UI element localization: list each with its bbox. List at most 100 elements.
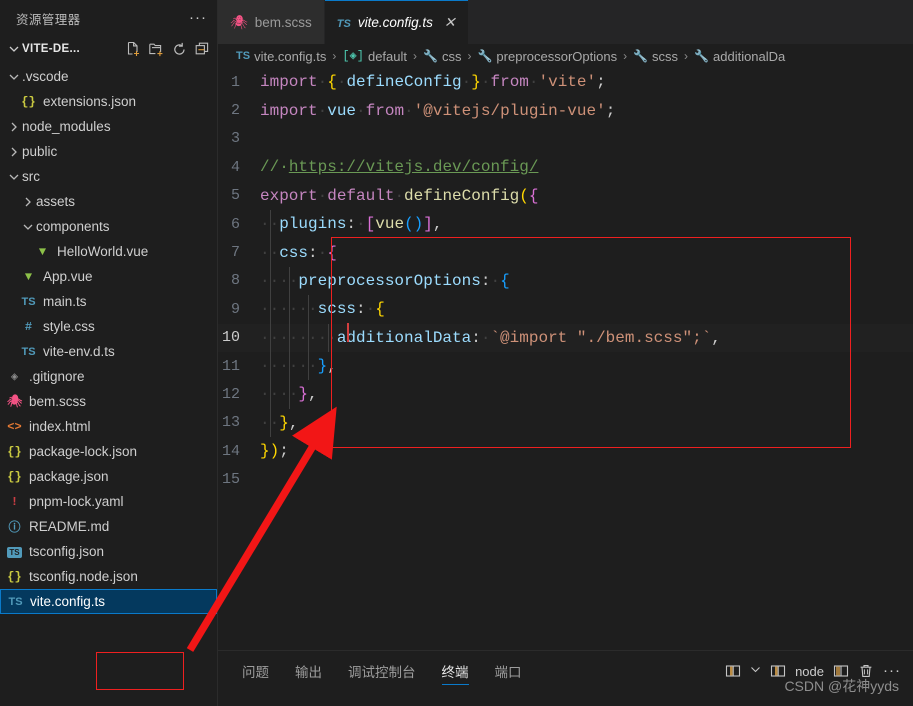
file-tree-item-label: style.css [43, 319, 95, 334]
chevron-down-icon[interactable] [6, 69, 22, 85]
code-text: ········additionalData:·`@import "./bem.… [260, 328, 721, 347]
chevron-right-icon[interactable] [20, 194, 36, 210]
breadcrumb-item-label: preprocessorOptions [496, 48, 618, 64]
file-tree-item-label: extensions.json [43, 94, 137, 109]
code-line[interactable]: 3 [218, 125, 913, 153]
indent-guide [270, 351, 271, 381]
breadcrumb-item[interactable]: TS vite.config.ts [236, 49, 326, 64]
editor-tab[interactable]: 🕷 bem.scss [218, 0, 325, 44]
code-line[interactable]: 11 ······}, [218, 351, 913, 381]
chevron-down-icon[interactable] [20, 219, 36, 235]
file-tree-item[interactable]: ▼ HelloWorld.vue [0, 239, 217, 264]
new-folder-icon[interactable] [148, 41, 165, 58]
property-icon: 🔧 [694, 48, 709, 63]
line-number: 2 [230, 102, 240, 120]
explorer-more-icon[interactable]: ··· [189, 10, 207, 25]
file-tree-item[interactable]: {} package-lock.json [0, 439, 217, 464]
file-tree-item[interactable]: ! pnpm-lock.yaml [0, 489, 217, 514]
file-tree-item[interactable]: src [0, 164, 217, 189]
code-line[interactable]: 4 //·https://vitejs.dev/config/ [218, 153, 913, 181]
file-tree-item[interactable]: # style.css [0, 314, 217, 339]
file-tree-item[interactable]: .vscode [0, 64, 217, 89]
panel-tab[interactable]: 调试控制台 [348, 651, 416, 691]
chevron-right-icon[interactable] [6, 119, 22, 135]
breadcrumb-item[interactable]: 🔧 scss [633, 49, 678, 64]
refresh-icon[interactable] [171, 41, 188, 58]
panel-tab[interactable]: 端口 [495, 651, 522, 691]
code-line[interactable]: 5 export·default·defineConfig({ [218, 182, 913, 210]
editor-tab-active[interactable]: TS vite.config.ts ✕ [324, 0, 469, 44]
tab-bar-filler [468, 0, 913, 44]
indent-guide [308, 351, 310, 381]
file-tree-item-label: tsconfig.json [29, 544, 105, 559]
code-line[interactable]: 13 ··}, [218, 408, 913, 438]
file-tree-item[interactable]: node_modules [0, 114, 217, 139]
collapse-all-icon[interactable] [194, 41, 211, 58]
code-text: import·{·defineConfig·}·from·'vite'; [260, 73, 606, 92]
line-number: 8 [230, 272, 240, 290]
vue-icon: ▼ [24, 269, 33, 284]
line-number: 9 [230, 300, 240, 318]
ts-icon: TS [21, 295, 36, 308]
file-tree-item[interactable]: components [0, 214, 217, 239]
indent-guide [270, 295, 271, 324]
code-line[interactable]: 6 ··plugins:·[vue()], [218, 209, 913, 239]
file-tree-item[interactable]: {} extensions.json [0, 89, 217, 114]
file-tree-item[interactable]: public [0, 139, 217, 164]
file-tree-item-label: public [22, 144, 58, 159]
json-icon: {} [7, 469, 22, 484]
panel-tab[interactable]: 问题 [242, 651, 269, 691]
panel-tab-list: 问题 输出 调试控制台 终端 端口 [218, 651, 522, 691]
code-line[interactable]: 1 import·{·defineConfig·}·from·'vite'; [218, 68, 913, 96]
file-tree-item[interactable]: TS tsconfig.json [0, 539, 217, 564]
panel-chevron-down-icon[interactable] [750, 664, 761, 678]
code-line[interactable]: 7 ··css:·{ [218, 238, 913, 267]
code-line[interactable]: 2 import·vue·from·'@vitejs/plugin-vue'; [218, 96, 913, 124]
breadcrumb-item[interactable]: [◈] default [342, 49, 407, 64]
file-tree-item[interactable]: ⓘ README.md [0, 514, 217, 539]
more-actions-icon[interactable]: ··· [883, 663, 901, 678]
panel-tab[interactable]: 输出 [295, 651, 322, 691]
file-tree-item[interactable]: ▼ App.vue [0, 264, 217, 289]
property-icon: 🔧 [477, 48, 493, 63]
new-file-icon[interactable] [125, 41, 142, 58]
code-line[interactable]: 9 ······scss:·{ [218, 295, 913, 324]
file-tree: .vscode {} extensions.json node_modules publ… [0, 64, 217, 614]
code-line[interactable]: 8 ····preprocessorOptions:·{ [218, 266, 913, 296]
file-tree-item-label: package.json [29, 469, 109, 484]
code-line[interactable]: 14}); [218, 437, 913, 465]
module-icon: [◈] [342, 49, 364, 63]
code-line[interactable]: 12 ····}, [218, 380, 913, 409]
explorer-sidebar: 资源管理器 ··· VITE-DE... .vscode {} extensio… [0, 0, 218, 706]
panel-tab-active[interactable]: 终端 [441, 651, 469, 691]
code-editor[interactable]: 1 import·{·defineConfig·}·from·'vite'; 2 im… [218, 68, 913, 650]
code-line[interactable]: 15 [218, 465, 913, 493]
line-number: 5 [230, 187, 240, 205]
file-tree-item-selected[interactable]: TS vite.config.ts [0, 589, 217, 614]
file-tree-item-label: index.html [29, 419, 91, 434]
file-tree-item[interactable]: 🕷 bem.scss [0, 389, 217, 414]
file-tree-item[interactable]: ◈ .gitignore [0, 364, 217, 389]
file-tree-item[interactable]: TS main.ts [0, 289, 217, 314]
file-tree-item[interactable]: TS vite-env.d.ts [0, 339, 217, 364]
explorer-root-row[interactable]: VITE-DE... [0, 36, 217, 62]
file-tree-item-label: bem.scss [29, 394, 87, 409]
chevron-down-icon[interactable] [6, 169, 22, 185]
split-terminal-icon[interactable] [725, 663, 741, 679]
code-line-active[interactable]: 10 ········additionalData:·`@import "./be… [218, 322, 913, 352]
close-icon[interactable]: ✕ [444, 14, 456, 31]
file-tree-item[interactable]: {} package.json [0, 464, 217, 489]
breadcrumb-item[interactable]: 🔧 preprocessorOptions [477, 49, 617, 64]
file-tree-item[interactable]: assets [0, 189, 217, 214]
json-icon: {} [7, 444, 22, 459]
breadcrumb-item-label: scss [652, 48, 679, 64]
chevron-right-icon[interactable] [6, 144, 22, 160]
code-text: //·https://vitejs.dev/config/ [260, 158, 539, 177]
file-tree-item[interactable]: {} tsconfig.node.json [0, 564, 217, 589]
editor-tab-bar: 🕷 bem.scss TS vite.config.ts ✕ [218, 0, 913, 44]
line-number: 11 [221, 357, 240, 375]
breadcrumb-separator: › [467, 49, 472, 63]
breadcrumb-item[interactable]: 🔧 additionalDa [694, 49, 785, 64]
file-tree-item[interactable]: <> index.html [0, 414, 217, 439]
breadcrumb-item[interactable]: 🔧 css [423, 49, 461, 64]
